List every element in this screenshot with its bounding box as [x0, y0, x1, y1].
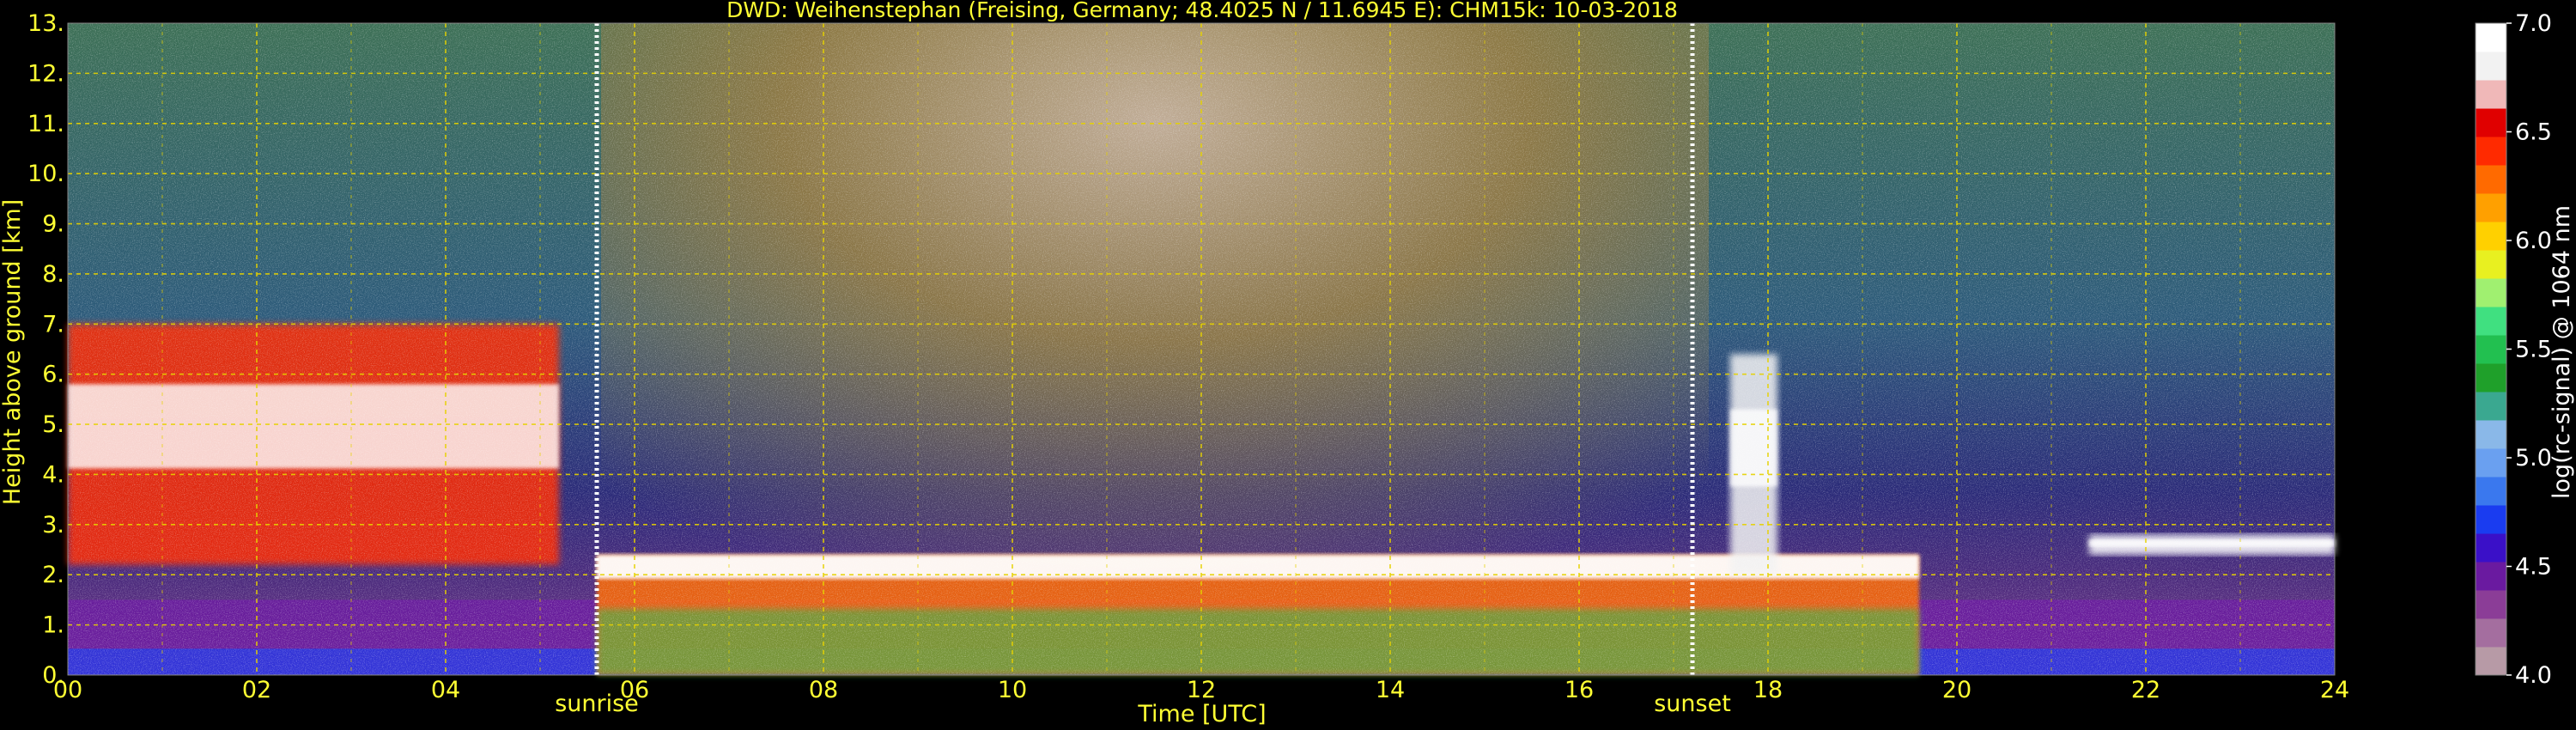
colorbar-segment — [2476, 392, 2506, 421]
y-tick-label: 8. — [42, 261, 64, 288]
chart-title: DWD: Weihenstephan (Freising, Germany; 4… — [726, 0, 1678, 22]
y-tick-label: 2. — [42, 562, 64, 588]
x-tick-label: 06 — [620, 677, 649, 703]
colorbar-segment — [2476, 590, 2506, 619]
y-tick-label: 13. — [27, 10, 64, 37]
y-tick-label: 0. — [42, 662, 64, 689]
colorbar-tick-label: 5.5 — [2515, 337, 2552, 363]
x-tick-label: 20 — [1942, 677, 1971, 703]
y-tick-label: 5. — [42, 411, 64, 438]
colorbar: 4.0 4.5 5.0 5.5 6.0 6.5 7.0 — [2475, 10, 2552, 689]
x-tick-label: 08 — [809, 677, 838, 703]
colorbar-label: log(rc-signal) @ 1064 nm — [2549, 205, 2575, 499]
colorbar-segment — [2476, 647, 2506, 676]
colorbar-tick-label: 7.0 — [2515, 10, 2552, 37]
x-axis-ticks: 00 02 04 06 08 10 12 14 16 18 20 22 24 — [53, 677, 2349, 703]
x-tick-label: 16 — [1564, 677, 1594, 703]
colorbar-segment — [2476, 250, 2506, 279]
x-tick-label: 22 — [2131, 677, 2160, 703]
colorbar-segment — [2476, 448, 2506, 478]
colorbar-segment — [2476, 23, 2506, 52]
colorbar-segment — [2476, 505, 2506, 534]
y-tick-label: 11. — [27, 111, 64, 137]
colorbar-segment — [2476, 108, 2506, 137]
x-tick-label: 02 — [242, 677, 271, 703]
colorbar-tick-label: 5.0 — [2515, 445, 2552, 471]
colorbar-segment — [2476, 222, 2506, 251]
colorbar-segment — [2476, 165, 2506, 194]
colorbar-segment — [2476, 477, 2506, 506]
colorbar-segment — [2476, 307, 2506, 336]
colorbar-segment — [2476, 420, 2506, 449]
x-tick-label: 12 — [1187, 677, 1216, 703]
x-axis-label: Time [UTC] — [1137, 701, 1266, 727]
colorbar-segment — [2476, 363, 2506, 392]
colorbar-segment — [2476, 137, 2506, 166]
colorbar-segment — [2476, 278, 2506, 307]
colorbar-tick-label: 4.5 — [2515, 554, 2552, 581]
colorbar-tick-label: 6.5 — [2515, 119, 2552, 146]
y-tick-label: 6. — [42, 362, 64, 388]
y-tick-label: 1. — [42, 612, 64, 639]
colorbar-segment — [2476, 52, 2506, 81]
colorbar-segment — [2476, 335, 2506, 364]
colorbar-segment — [2476, 533, 2506, 563]
y-tick-label: 12. — [27, 60, 64, 87]
y-tick-label: 9. — [42, 211, 64, 238]
colorbar-tick-label: 6.0 — [2515, 228, 2552, 254]
y-tick-label: 4. — [42, 461, 64, 488]
x-tick-label: 24 — [2320, 677, 2349, 703]
ceilometer-figure: sunrise sunset 00 02 04 06 08 10 12 14 16 18 20 22 24… — [0, 0, 2575, 727]
colorbar-segment — [2476, 618, 2506, 648]
x-tick-label: 18 — [1753, 677, 1783, 703]
y-tick-label: 10. — [27, 161, 64, 187]
y-tick-label: 3. — [42, 512, 64, 538]
y-tick-label: 7. — [42, 311, 64, 338]
colorbar-tick-label: 4.0 — [2515, 662, 2552, 689]
colorbar-segment — [2476, 193, 2506, 222]
y-axis-label: Height above ground [km] — [0, 199, 26, 505]
colorbar-segment — [2476, 80, 2506, 109]
x-tick-label: 14 — [1376, 677, 1405, 703]
sun-marker-label: sunset — [1654, 690, 1731, 717]
colorbar-segment — [2476, 562, 2506, 591]
plot-area: sunrise sunset — [67, 22, 2336, 717]
x-tick-label: 04 — [431, 677, 460, 703]
x-tick-label: 10 — [998, 677, 1027, 703]
y-axis-ticks: 0. 1. 2. 3. 4. 5. 6. 7. 8. 9. 10. 11. 12. 13. — [27, 10, 64, 689]
